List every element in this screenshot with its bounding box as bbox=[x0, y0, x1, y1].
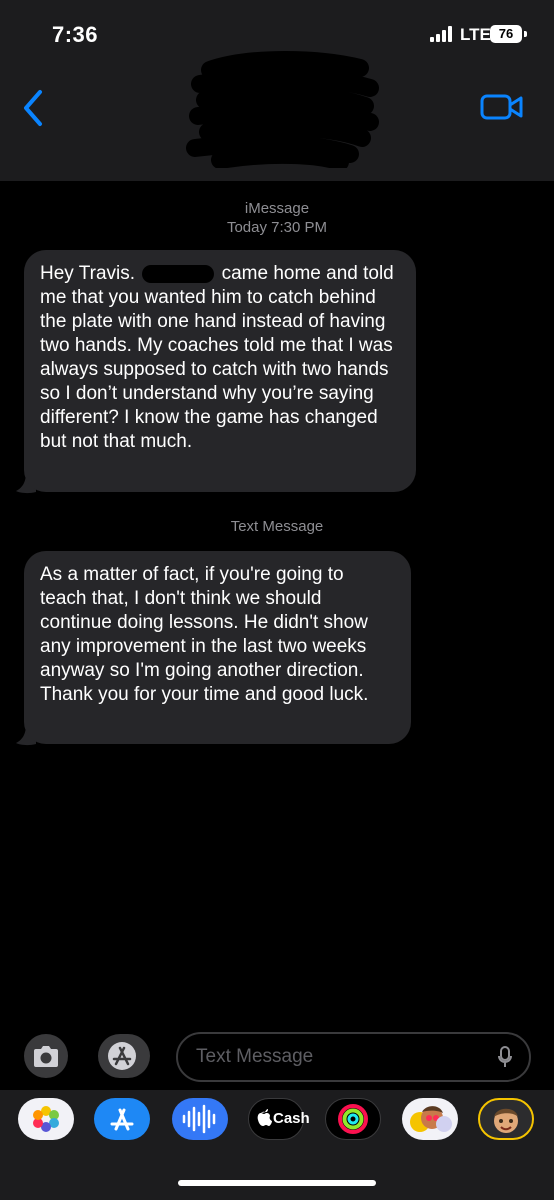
dictation-mic-icon[interactable] bbox=[498, 1046, 512, 1068]
network-type: LTE bbox=[460, 25, 491, 44]
camera-icon bbox=[34, 1046, 58, 1067]
contact-name-redaction[interactable] bbox=[180, 48, 380, 168]
app-store-icon bbox=[108, 1042, 136, 1070]
audio-message-icon[interactable] bbox=[172, 1098, 228, 1140]
name-redaction bbox=[142, 264, 215, 283]
thread-timestamp: Today 7:30 PM bbox=[226, 219, 328, 236]
photos-app-icon[interactable] bbox=[18, 1098, 74, 1140]
app-store-drawer-button[interactable] bbox=[98, 1034, 150, 1078]
back-chevron-icon[interactable] bbox=[20, 88, 48, 128]
signal-bars-icon bbox=[430, 26, 454, 42]
home-indicator[interactable] bbox=[178, 1180, 376, 1186]
app-store-app-icon[interactable] bbox=[94, 1098, 150, 1140]
incoming-message-bubble[interactable]: Hey Travis. came home and told me that y… bbox=[24, 250, 416, 492]
text-message-label: Text Message bbox=[230, 518, 324, 535]
camera-button[interactable] bbox=[24, 1034, 68, 1078]
memoji-icon[interactable] bbox=[478, 1098, 534, 1140]
apple-cash-icon[interactable]: Cash bbox=[248, 1098, 310, 1140]
apple-cash-label: Cash bbox=[273, 1110, 310, 1127]
activity-rings-icon[interactable] bbox=[325, 1098, 381, 1140]
facetime-video-icon[interactable] bbox=[480, 92, 524, 122]
message-text: Hey Travis. came home and told me that y… bbox=[40, 263, 394, 452]
status-time: 7:36 bbox=[52, 22, 99, 47]
memoji-stickers-icon[interactable] bbox=[402, 1098, 458, 1140]
message-input[interactable]: Text Message bbox=[176, 1032, 531, 1082]
battery-indicator: 76 bbox=[490, 25, 522, 43]
imessage-service-label: iMessage bbox=[244, 200, 310, 217]
incoming-message-bubble[interactable]: As a matter of fact, if you're going to … bbox=[24, 551, 411, 744]
message-text: As a matter of fact, if you're going to … bbox=[40, 564, 369, 705]
battery-tip bbox=[524, 31, 527, 37]
